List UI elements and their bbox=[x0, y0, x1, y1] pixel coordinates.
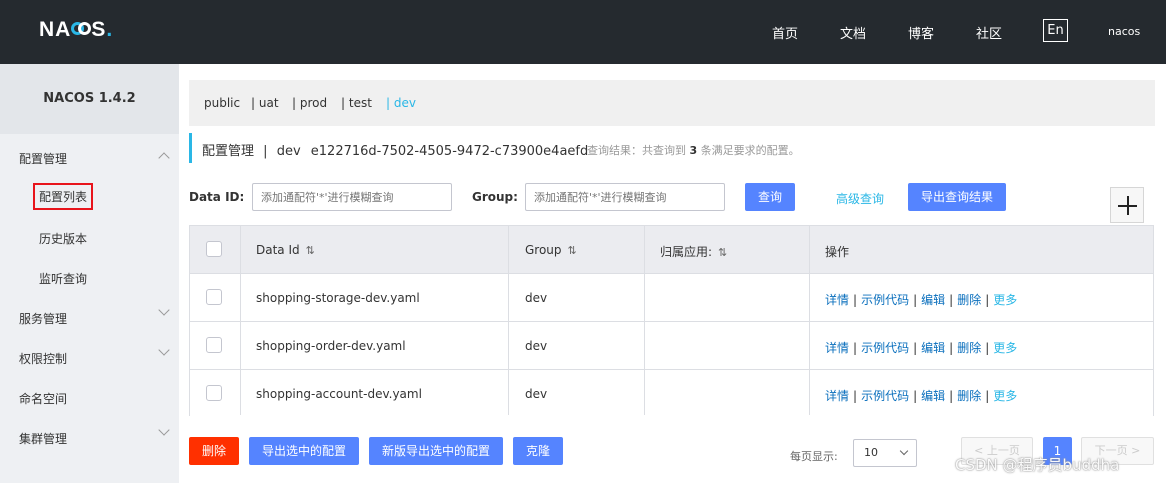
column-header-data-id[interactable]: Data Id ⇅ bbox=[256, 243, 315, 257]
delete-link[interactable]: 删除 bbox=[957, 389, 981, 403]
sample-code-link[interactable]: 示例代码 bbox=[861, 389, 909, 403]
data-id-search-input[interactable] bbox=[252, 183, 452, 211]
sort-icon[interactable]: ⇅ bbox=[306, 244, 315, 257]
row-group: dev bbox=[525, 291, 548, 305]
export-selected-button[interactable]: 导出选中的配置 bbox=[249, 437, 359, 465]
column-divider bbox=[809, 226, 810, 415]
namespace-uat[interactable]: | uat bbox=[251, 96, 279, 110]
query-button[interactable]: 查询 bbox=[745, 183, 795, 211]
row-data-id: shopping-account-dev.yaml bbox=[256, 387, 422, 401]
sample-code-link[interactable]: 示例代码 bbox=[861, 293, 909, 307]
detail-link[interactable]: 详情 bbox=[825, 389, 849, 403]
column-header-group[interactable]: Group ⇅ bbox=[525, 243, 577, 257]
namespace-test[interactable]: | test bbox=[341, 96, 372, 110]
detail-link[interactable]: 详情 bbox=[825, 293, 849, 307]
nav-home[interactable]: 首页 bbox=[772, 23, 798, 42]
clone-button[interactable]: 克隆 bbox=[513, 437, 563, 465]
column-divider bbox=[644, 226, 645, 415]
row-checkbox[interactable] bbox=[206, 289, 222, 305]
page-size-label: 每页显示: bbox=[790, 450, 838, 463]
table-row: shopping-order-dev.yaml dev 详情 | 示例代码 | 编辑 | 删… bbox=[190, 322, 1153, 370]
column-header-app[interactable]: 归属应用: ⇅ bbox=[660, 243, 727, 260]
sidebar-version-title: NACOS 1.4.2 bbox=[0, 64, 179, 134]
page-size-select[interactable]: 10 bbox=[853, 439, 917, 467]
sidebar-item-permission[interactable]: 权限控制 bbox=[19, 350, 67, 367]
table-header: Data Id ⇅ Group ⇅ 归属应用: ⇅ 操作 bbox=[190, 226, 1153, 274]
delete-link[interactable]: 删除 bbox=[957, 293, 981, 307]
row-operations: 详情 | 示例代码 | 编辑 | 删除 | 更多 bbox=[825, 293, 1018, 307]
sort-icon[interactable]: ⇅ bbox=[568, 244, 577, 257]
namespace-dev[interactable]: | dev bbox=[386, 96, 416, 110]
edit-link[interactable]: 编辑 bbox=[921, 293, 945, 307]
table-row: shopping-account-dev.yaml dev 详情 | 示例代码 | 编辑… bbox=[190, 370, 1153, 418]
title-accent-bar bbox=[189, 133, 192, 163]
sidebar-item-config-list[interactable]: 配置列表 bbox=[33, 183, 94, 210]
row-checkbox[interactable] bbox=[206, 385, 222, 401]
sidebar-item-namespace[interactable]: 命名空间 bbox=[19, 390, 67, 407]
group-label: Group: bbox=[472, 190, 518, 204]
add-config-plus-icon[interactable] bbox=[1110, 187, 1144, 223]
more-link[interactable]: 更多 bbox=[993, 341, 1017, 355]
sort-icon[interactable]: ⇅ bbox=[718, 246, 727, 259]
namespace-prod[interactable]: | prod bbox=[292, 96, 327, 110]
sidebar-item-service-management[interactable]: 服务管理 bbox=[19, 310, 67, 327]
export-query-results-button[interactable]: 导出查询结果 bbox=[908, 183, 1006, 211]
row-operations: 详情 | 示例代码 | 编辑 | 删除 | 更多 bbox=[825, 389, 1018, 403]
sidebar: NACOS 1.4.2 bbox=[0, 64, 179, 483]
data-id-label: Data ID: bbox=[189, 190, 245, 204]
top-navbar: NA S. 首页 文档 博客 社区 En nacos bbox=[0, 0, 1166, 64]
nav-community[interactable]: 社区 bbox=[976, 23, 1002, 42]
row-group: dev bbox=[525, 387, 548, 401]
namespace-bar: public | uat | prod | test | dev bbox=[189, 80, 1155, 126]
table-row: shopping-storage-dev.yaml dev 详情 | 示例代码 | 编辑… bbox=[190, 274, 1153, 322]
query-result-summary: 查询结果：共查询到 3 条满足要求的配置。 bbox=[587, 144, 800, 157]
config-table: Data Id ⇅ Group ⇅ 归属应用: ⇅ 操作 shopping-stora… bbox=[189, 225, 1154, 418]
row-operations: 详情 | 示例代码 | 编辑 | 删除 | 更多 bbox=[825, 341, 1018, 355]
sidebar-item-listener-query[interactable]: 监听查询 bbox=[39, 270, 87, 287]
row-checkbox[interactable] bbox=[206, 337, 222, 353]
edit-link[interactable]: 编辑 bbox=[921, 389, 945, 403]
chevron-down-icon bbox=[899, 446, 909, 456]
sidebar-item-config-management[interactable]: 配置管理 bbox=[19, 150, 67, 167]
nav-docs[interactable]: 文档 bbox=[840, 23, 866, 42]
group-search-input[interactable] bbox=[525, 183, 725, 211]
column-divider bbox=[508, 226, 509, 415]
row-group: dev bbox=[525, 339, 548, 353]
delete-selected-button[interactable]: 删除 bbox=[189, 437, 239, 465]
namespace-public[interactable]: public bbox=[204, 96, 240, 110]
language-switch-button[interactable]: En bbox=[1043, 19, 1068, 42]
select-all-checkbox[interactable] bbox=[206, 241, 222, 257]
row-data-id: shopping-storage-dev.yaml bbox=[256, 291, 420, 305]
page-title: 配置管理 | dev e122716d-7502-4505-9472-c7390… bbox=[202, 144, 589, 159]
column-header-operations: 操作 bbox=[825, 245, 850, 259]
sidebar-item-history[interactable]: 历史版本 bbox=[39, 230, 87, 247]
edit-link[interactable]: 编辑 bbox=[921, 341, 945, 355]
csdn-watermark: CSDN @程序员buddha bbox=[955, 456, 1120, 474]
nav-blog[interactable]: 博客 bbox=[908, 23, 934, 42]
nacos-logo[interactable]: NA S. bbox=[39, 18, 113, 42]
detail-link[interactable]: 详情 bbox=[825, 341, 849, 355]
sample-code-link[interactable]: 示例代码 bbox=[861, 341, 909, 355]
column-divider bbox=[240, 226, 241, 415]
user-name[interactable]: nacos bbox=[1108, 25, 1140, 38]
delete-link[interactable]: 删除 bbox=[957, 341, 981, 355]
row-data-id: shopping-order-dev.yaml bbox=[256, 339, 406, 353]
more-link[interactable]: 更多 bbox=[993, 293, 1017, 307]
advanced-query-link[interactable]: 高级查询 bbox=[836, 190, 884, 207]
more-link[interactable]: 更多 bbox=[993, 389, 1017, 403]
new-export-selected-button[interactable]: 新版导出选中的配置 bbox=[369, 437, 503, 465]
sidebar-item-cluster[interactable]: 集群管理 bbox=[19, 430, 67, 447]
logo-co-mark bbox=[71, 21, 92, 37]
